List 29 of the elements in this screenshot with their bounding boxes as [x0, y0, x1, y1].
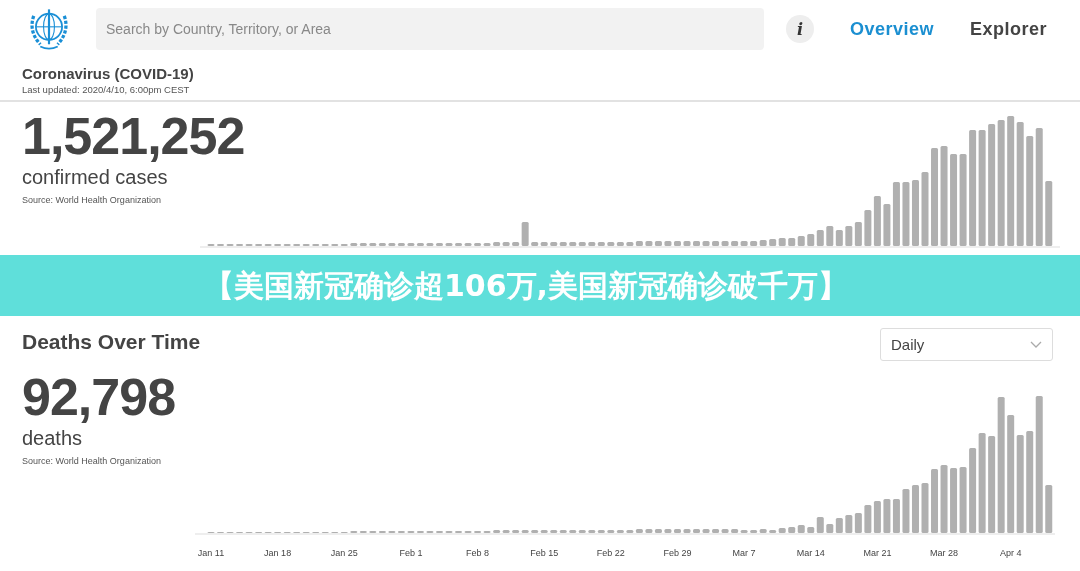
axis-label: Jan 25	[330, 548, 358, 558]
nav-tab[interactable]: Explorer	[970, 18, 1048, 40]
axis-label: Apr 4	[999, 548, 1022, 558]
page-title: Coronavirus (COVID-19)	[22, 65, 195, 82]
confirmed-label: confirmed cases	[22, 165, 169, 189]
axis-label: Feb 29	[663, 548, 692, 558]
headline-banner: 【美国新冠确诊超106万,美国新冠确诊破千万】	[0, 255, 1080, 316]
source-text: Source: World Health Organization	[22, 195, 162, 205]
confirmed-total: 1,521,252	[22, 107, 246, 165]
axis-label: Feb 22	[596, 548, 625, 558]
deaths-label: deaths	[22, 426, 84, 450]
last-updated-text: Last updated: 2020/4/10, 6:00pm CEST	[22, 84, 191, 95]
axis-label: Mar 21	[863, 548, 892, 558]
axis-label: Feb 1	[399, 548, 423, 558]
section-title: Deaths Over Time	[22, 330, 201, 354]
source-text: Source: World Health Organization	[22, 456, 162, 466]
period-dropdown[interactable]: Daily	[880, 328, 1053, 361]
axis-label: Mar 28	[930, 548, 959, 558]
info-button[interactable]: i	[786, 15, 814, 43]
deaths-total: 92,798	[22, 368, 177, 426]
axis-label: Jan 11	[197, 548, 225, 558]
axis-label: Feb 8	[466, 548, 490, 558]
chevron-down-icon	[1030, 340, 1042, 349]
axis-label: Mar 7	[732, 548, 756, 558]
search-field[interactable]: Search by Country, Territory, or Area	[96, 8, 764, 50]
axis-label: Feb 15	[530, 548, 559, 558]
axis-label: Jan 18	[264, 548, 292, 558]
nav-tab[interactable]: Overview	[850, 18, 935, 40]
axis-label: Mar 14	[796, 548, 825, 558]
